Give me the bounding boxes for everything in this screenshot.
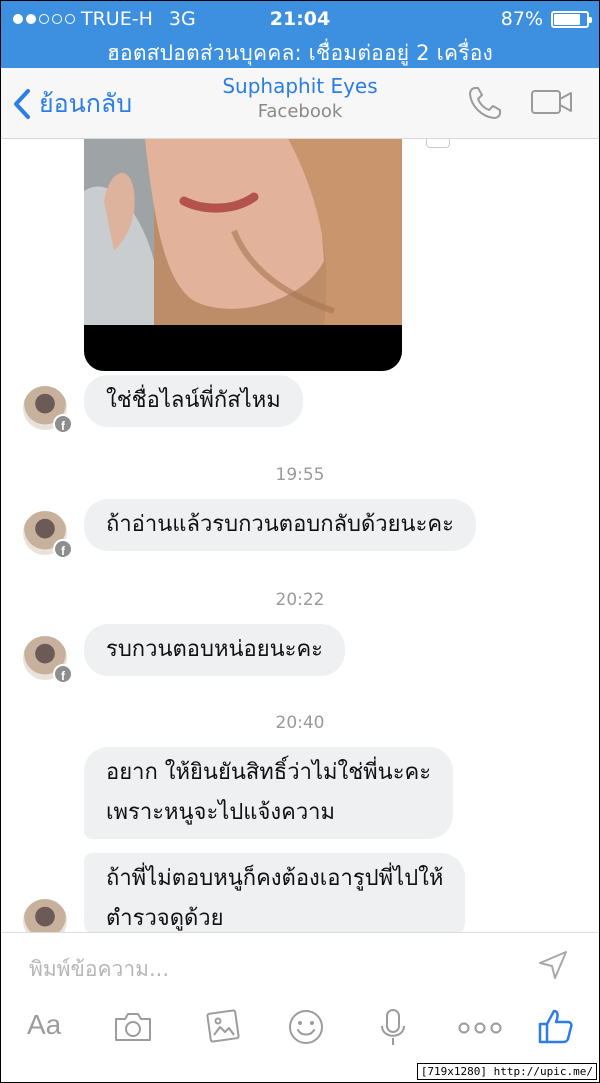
message-text: รบกวนตอบหน่อยนะคะ xyxy=(106,637,323,662)
message-text-line: ถ้าพี่ไม่ตอบหนูก็คงต้องเอารูปพี่ไปให้ xyxy=(106,866,444,891)
battery-fill xyxy=(554,13,581,25)
video-call-button[interactable] xyxy=(530,88,574,120)
message-bubble[interactable]: อยาก ให้ยินยันสิทธิ์ว่าไม่ใช่พี่นะคะ เพร… xyxy=(84,747,454,839)
facebook-badge-icon: f xyxy=(53,539,73,559)
call-button[interactable] xyxy=(466,84,504,126)
message-bubble[interactable]: ใช่ชื่อไลน์พี่กัสไหม xyxy=(84,375,303,427)
hotspot-banner[interactable]: ฮอตสปอตส่วนบุคคล: เชื่อมต่ออยู่ 2 เครื่อ… xyxy=(1,37,599,70)
sender-avatar[interactable]: f xyxy=(23,386,73,434)
sender-avatar[interactable]: f xyxy=(23,511,73,559)
battery-icon xyxy=(551,10,592,28)
photo-icon[interactable] xyxy=(202,1009,240,1049)
sender-avatar[interactable] xyxy=(23,899,69,932)
message-bubble[interactable]: ถ้าอ่านแล้วรบกวนตอบกลับด้วยนะคะ xyxy=(84,499,476,551)
photo-redaction-bar xyxy=(84,325,402,371)
message-text-line: อยาก ให้ยินยันสิทธิ์ว่าไม่ใช่พี่นะคะ xyxy=(106,760,432,785)
watermark: [719x1280] http://upic.me/ xyxy=(416,1063,597,1080)
timestamp: 20:40 xyxy=(275,713,325,733)
camera-icon[interactable] xyxy=(113,1011,153,1047)
avatar xyxy=(23,899,67,932)
timestamp: 19:55 xyxy=(275,465,325,485)
message-input[interactable]: พิมพ์ข้อความ... xyxy=(29,953,169,986)
share-icon[interactable] xyxy=(426,139,450,148)
composer-toolbar: Aa xyxy=(1,1001,599,1061)
phone-icon xyxy=(469,87,501,119)
send-button[interactable] xyxy=(537,949,569,985)
status-right: 87% xyxy=(500,8,592,30)
message-bubble[interactable]: ถ้าพี่ไม่ตอบหนูก็คงต้องเอารูปพี่ไปให้ ตำ… xyxy=(84,853,466,932)
timestamp: 20:22 xyxy=(275,590,325,610)
status-bar: TRUE-H 3G 21:04 87% xyxy=(1,1,599,37)
message-text-line: เพราะหนูจะไปแจ้งความ xyxy=(106,800,336,825)
nav-bar: ย้อนกลับ Suphaphit Eyes Facebook xyxy=(1,68,599,139)
facebook-badge-icon: f xyxy=(53,414,73,434)
app-frame: TRUE-H 3G 21:04 87% ฮอตสปอตส่วนบุคคล: เช… xyxy=(0,0,600,1083)
send-icon xyxy=(539,951,567,979)
message-text: ใช่ชื่อไลน์พี่กัสไหม xyxy=(106,388,281,413)
battery-percent: 87% xyxy=(500,8,543,30)
composer: พิมพ์ข้อความ... Aa xyxy=(1,932,599,1082)
sender-avatar[interactable]: f xyxy=(23,636,73,684)
message-bubble[interactable]: รบกวนตอบหน่อยนะคะ xyxy=(84,624,345,676)
conversation-title[interactable]: Suphaphit Eyes xyxy=(1,74,599,98)
message-text-line: ตำรวจดูด้วย xyxy=(106,906,224,931)
message-text: ถ้าอ่านแล้วรบกวนตอบกลับด้วยนะคะ xyxy=(106,512,454,537)
facebook-badge-icon: f xyxy=(53,664,73,684)
microphone-icon[interactable] xyxy=(379,1007,407,1051)
shared-photo[interactable] xyxy=(84,139,402,371)
more-icon[interactable] xyxy=(458,1019,502,1038)
emoji-icon[interactable] xyxy=(288,1009,324,1049)
message-list[interactable]: f ใช่ชื่อไลน์พี่กัสไหม 19:55 f ถ้าอ่านแล… xyxy=(1,139,599,932)
conversation-subtitle: Facebook xyxy=(257,101,343,122)
like-icon[interactable] xyxy=(537,1007,575,1049)
text-size-icon[interactable]: Aa xyxy=(27,1009,61,1041)
status-area: TRUE-H 3G 21:04 87% ฮอตสปอตส่วนบุคคล: เช… xyxy=(1,1,599,68)
video-camera-icon xyxy=(531,90,572,114)
